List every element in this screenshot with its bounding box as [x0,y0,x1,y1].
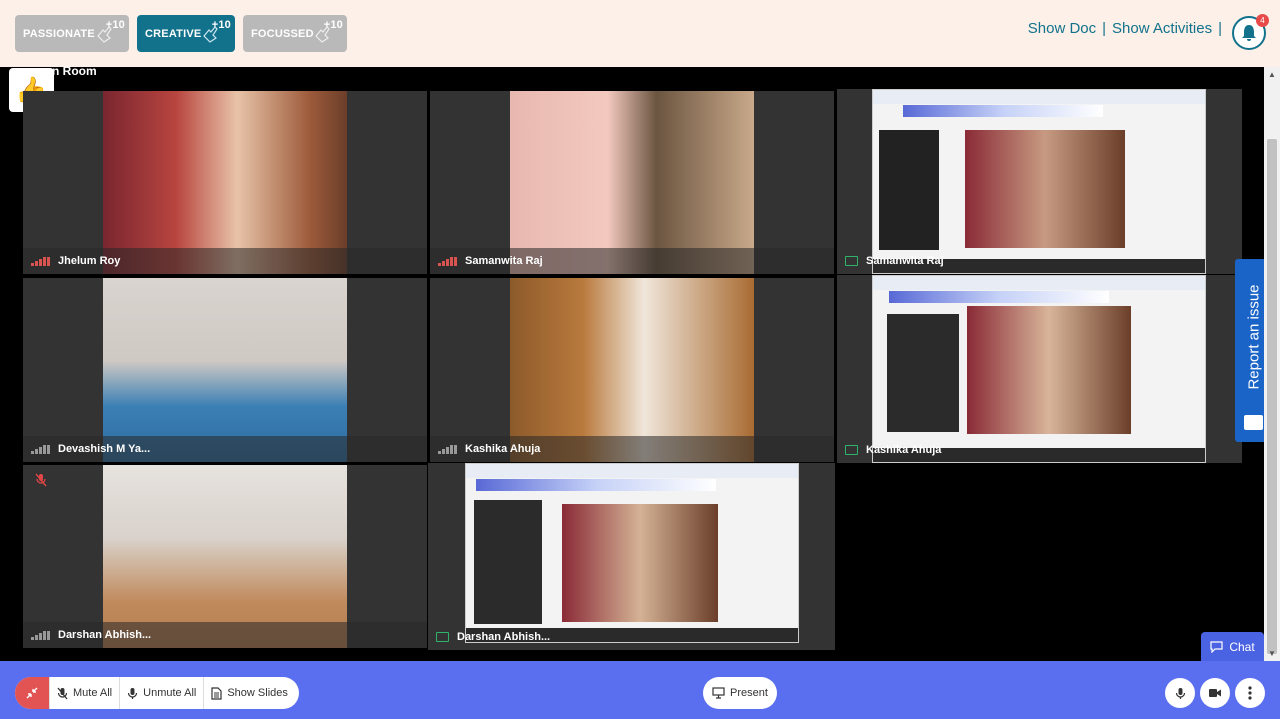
monitor-icon [712,687,725,699]
participant-name: Kashika Ahuja [866,444,942,456]
report-issue-label: Report an issue [1245,284,1262,390]
video-camera-icon [1209,689,1221,697]
badge-count: +10 [323,19,343,31]
participant-name: Darshan Abhish... [58,629,152,641]
collapse-button[interactable] [15,677,49,709]
participant-video [103,91,347,274]
mic-icon [128,687,138,699]
camera-button[interactable] [1200,678,1230,708]
scroll-down-icon[interactable]: ▼ [1268,649,1276,658]
notification-count-badge: 4 [1256,14,1269,27]
muted-mic-icon [35,473,47,487]
mute-all-label: Mute All [73,687,113,699]
badge-label: PASSIONATE [23,27,95,40]
separator: | [1102,20,1107,37]
badge-count: +10 [211,19,231,31]
bottom-toolbar: Mute All Unmute All Show Slides Present [0,661,1280,719]
present-label: Present [730,687,768,699]
badge-focussed[interactable]: FOCUSSED +10 [243,15,347,52]
video-tile[interactable]: Jhelum Roy [23,91,427,274]
collapse-icon [26,687,38,699]
participant-namebar: Darshan Abhish... [23,622,427,648]
video-tile[interactable]: Devashish M Ya... [23,278,427,462]
chat-icon [1210,640,1223,653]
badge-label: FOCUSSED [251,27,314,40]
present-button[interactable]: Present [703,677,777,709]
shared-screen [872,275,1206,463]
badge-passionate[interactable]: PASSIONATE +10 [15,15,129,52]
more-options-button[interactable] [1235,678,1265,708]
participant-namebar: Kashika Ahuja [430,436,834,462]
monitor-icon [845,256,858,266]
signal-icon [438,444,457,454]
host-controls: Mute All Unmute All Show Slides [15,677,299,709]
participant-namebar: Jhelum Roy [23,248,427,274]
chat-button[interactable]: Chat [1201,632,1264,661]
monitor-icon [436,632,449,642]
mic-off-icon [57,687,68,699]
participant-name: Devashish M Ya... [58,443,151,455]
separator: | [1218,20,1222,37]
signal-icon [31,256,50,266]
show-slides-button[interactable]: Show Slides [203,677,299,709]
scroll-up-icon[interactable]: ▲ [1268,70,1276,79]
document-icon [211,686,222,700]
scrollbar[interactable]: ▲ ▼ [1264,67,1280,661]
mic-button[interactable] [1165,678,1195,708]
signal-icon [31,630,50,640]
participant-name: Samanwita Raj [465,255,543,267]
show-slides-label: Show Slides [227,687,288,699]
video-tile[interactable]: Samanwita Raj [430,91,834,274]
screen-share-tile[interactable]: Samanwita Raj [837,89,1242,274]
screen-share-tile[interactable]: Kashika Ahuja [837,275,1242,463]
participant-name: Jhelum Roy [58,255,121,267]
screen-share-tile[interactable]: Darshan Abhish... [428,463,835,650]
participant-video [510,278,754,462]
participant-name: Darshan Abhish... [457,631,551,643]
room-label: n Room [52,64,97,78]
mic-icon [1175,687,1185,699]
signal-icon [31,444,50,454]
top-bar: PASSIONATE +10 CREATIVE +10 FOCUSSED +10… [0,0,1280,67]
show-activities-link[interactable]: Show Activities [1112,20,1212,37]
badge-label: CREATIVE [145,27,202,40]
badge-count: +10 [105,19,125,31]
participant-name: Samanwita Raj [866,255,944,267]
participant-namebar: Kashika Ahuja [837,437,1242,463]
participant-namebar: Darshan Abhish... [428,624,835,650]
monitor-icon [845,445,858,455]
more-vertical-icon [1248,686,1252,700]
shared-screen [872,89,1206,274]
participant-video [510,91,754,274]
unmute-all-button[interactable]: Unmute All [119,677,203,709]
bell-icon [1242,25,1256,41]
participant-name: Kashika Ahuja [465,443,541,455]
participant-video [103,465,347,648]
chat-label: Chat [1229,639,1255,654]
participant-namebar: Samanwita Raj [837,248,1242,274]
unmute-all-label: Unmute All [143,687,197,699]
participant-namebar: Samanwita Raj [430,248,834,274]
mute-all-button[interactable]: Mute All [49,677,119,709]
header-links: Show Doc | Show Activities | [1028,20,1222,37]
video-tile[interactable]: Darshan Abhish... [23,465,427,648]
scrollbar-thumb[interactable] [1267,139,1277,654]
badge-creative[interactable]: CREATIVE +10 [137,15,235,52]
signal-icon [438,256,457,266]
shared-screen [465,463,799,643]
participant-video [103,278,347,462]
video-tile[interactable]: Kashika Ahuja [430,278,834,462]
show-doc-link[interactable]: Show Doc [1028,20,1096,37]
participant-namebar: Devashish M Ya... [23,436,427,462]
comment-icon [1244,415,1263,430]
